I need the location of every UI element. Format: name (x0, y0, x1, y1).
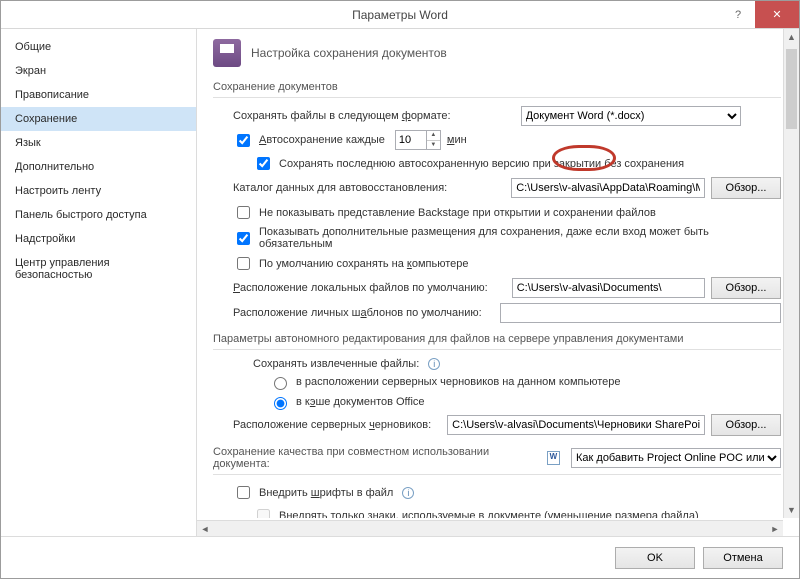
dialog-footer: OK Отмена (1, 536, 799, 578)
server-drafts-path-input[interactable] (447, 415, 705, 435)
client-area: Общие Экран Правописание Сохранение Язык… (1, 29, 799, 536)
local-files-input[interactable] (512, 278, 705, 298)
no-backstage-checkbox[interactable] (237, 206, 250, 219)
close-button[interactable]: ✕ (755, 1, 799, 28)
spinner-up[interactable]: ▲ (427, 131, 440, 141)
sidebar-item-trust[interactable]: Центр управления безопасностью (1, 251, 196, 287)
page-title: Настройка сохранения документов (251, 46, 447, 60)
help-button[interactable]: ? (721, 1, 755, 28)
scroll-down-icon[interactable]: ▼ (784, 502, 799, 518)
sidebar-item-proofing[interactable]: Правописание (1, 83, 196, 107)
local-files-label: Расположение локальных файлов по умолчан… (233, 282, 488, 294)
templates-input[interactable] (500, 303, 781, 323)
autosave-spinner[interactable]: ▲▼ (395, 130, 441, 150)
embed-fonts-checkbox[interactable] (237, 486, 250, 499)
preserve-quality-label: Сохранение качества при совместном испол… (213, 446, 531, 470)
autosave-checkbox[interactable] (237, 134, 250, 147)
titlebar: Параметры Word ? ✕ (1, 1, 799, 29)
sidebar-item-qat[interactable]: Панель быстрого доступа (1, 203, 196, 227)
sidebar-item-addins[interactable]: Надстройки (1, 227, 196, 251)
office-cache-radio[interactable] (274, 397, 287, 410)
autorecover-browse-button[interactable]: Обзор... (711, 177, 781, 199)
scroll-right-icon[interactable]: ► (767, 521, 783, 536)
templates-label: Расположение личных шаблонов по умолчани… (233, 307, 482, 319)
server-drafts-path-label: Расположение серверных черновиков: (233, 419, 431, 431)
keep-last-autosaved-label: Сохранять последнюю автосохраненную верс… (279, 158, 684, 170)
window-title: Параметры Word (1, 8, 799, 22)
horizontal-scrollbar[interactable]: ◄ ► (197, 520, 783, 536)
sidebar-item-language[interactable]: Язык (1, 131, 196, 155)
server-drafts-radio[interactable] (274, 377, 287, 390)
autorecover-path-input[interactable] (511, 178, 705, 198)
server-drafts-browse-button[interactable]: Обзор... (711, 414, 781, 436)
save-to-pc-label: По умолчанию сохранять на компьютере (259, 258, 469, 270)
save-icon (213, 39, 241, 67)
ok-button[interactable]: OK (615, 547, 695, 569)
sidebar-item-general[interactable]: Общие (1, 35, 196, 59)
keep-last-autosaved-checkbox[interactable] (257, 157, 270, 170)
group-offline-editing: Параметры автономного редактирования для… (213, 333, 781, 350)
info-icon[interactable]: i (402, 487, 414, 499)
local-files-browse-button[interactable]: Обзор... (711, 277, 781, 299)
server-drafts-radio-label: в расположении серверных черновиков на д… (296, 376, 620, 388)
document-icon (547, 451, 560, 465)
autosave-label: Автосохранение каждые (259, 134, 385, 146)
embed-fonts-label: Внедрить шрифты в файл (259, 487, 393, 499)
cancel-button[interactable]: Отмена (703, 547, 783, 569)
sidebar-item-advanced[interactable]: Дополнительно (1, 155, 196, 179)
autorecover-path-label: Каталог данных для автовосстановления: (233, 182, 447, 194)
scroll-left-icon[interactable]: ◄ (197, 521, 213, 536)
word-options-dialog: Параметры Word ? ✕ Общие Экран Правописа… (0, 0, 800, 579)
show-additional-label: Показывать дополнительные размещения для… (259, 226, 781, 250)
settings-panel: Настройка сохранения документов Сохранен… (197, 29, 799, 536)
sidebar-item-ribbon[interactable]: Настроить ленту (1, 179, 196, 203)
sidebar-item-display[interactable]: Экран (1, 59, 196, 83)
save-format-select[interactable]: Документ Word (*.docx) (521, 106, 741, 126)
autosave-unit: мин (447, 134, 467, 146)
info-icon[interactable]: i (428, 358, 440, 370)
save-checked-out-label: Сохранять извлеченные файлы: (253, 358, 419, 370)
category-sidebar: Общие Экран Правописание Сохранение Язык… (1, 29, 197, 536)
office-cache-radio-label: в кэше документов Office (296, 396, 425, 408)
save-to-pc-checkbox[interactable] (237, 257, 250, 270)
group-preserve-quality: Сохранение качества при совместном испол… (213, 446, 781, 475)
show-additional-checkbox[interactable] (237, 232, 250, 245)
no-backstage-label: Не показывать представление Backstage пр… (259, 207, 656, 219)
sidebar-item-save[interactable]: Сохранение (1, 107, 196, 131)
embed-used-only-label: Внедрять только знаки, используемые в до… (279, 510, 699, 519)
autosave-value[interactable] (396, 131, 426, 149)
spinner-down[interactable]: ▼ (427, 141, 440, 150)
scroll-up-icon[interactable]: ▲ (784, 29, 799, 45)
scroll-thumb[interactable] (786, 49, 797, 129)
document-scope-select[interactable]: Как добавить Project Online POC или D... (571, 448, 781, 468)
vertical-scrollbar[interactable]: ▲ ▼ (783, 29, 799, 518)
save-format-label: Сохранять файлы в следующем формате: (233, 110, 451, 122)
group-save-documents: Сохранение документов (213, 81, 781, 98)
embed-used-only-checkbox (257, 509, 270, 518)
